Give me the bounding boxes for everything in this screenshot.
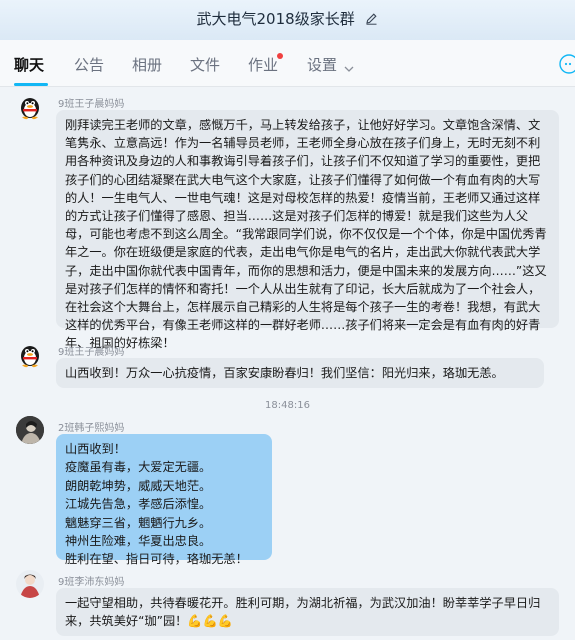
tab-album[interactable]: 相册 xyxy=(132,54,162,75)
title-bar: 武大电气2018级家长群 xyxy=(0,0,575,40)
tab-files[interactable]: 文件 xyxy=(190,54,220,75)
more-icon[interactable] xyxy=(557,54,575,78)
sender-name[interactable]: 9班李沛东妈妈 xyxy=(58,573,124,588)
sender-name[interactable]: 9班王子晨妈妈 xyxy=(58,95,124,110)
poem-line: 江城先告急，孝感后添惶。 xyxy=(65,497,212,512)
notification-dot xyxy=(277,53,283,59)
tab-bar: 聊天 公告 相册 文件 作业 设置 xyxy=(0,40,575,87)
message-bubble: 山西收到！ 疫魔虽有毒，大爱定无疆。 朗朗乾坤势，威威天地茫。 江城先告急，孝感… xyxy=(56,434,272,566)
tab-chat[interactable]: 聊天 xyxy=(14,54,44,75)
window-title: 武大电气2018级家长群 xyxy=(196,10,355,28)
poem-line: 疫魔虽有毒，大爱定无疆。 xyxy=(65,460,212,475)
poem-line: 胜利在望、指日可待，珞珈无恙！ xyxy=(65,552,248,567)
poem-line: 魑魅穿三省，魍魉行九乡。 xyxy=(65,515,212,530)
message-bubble: 山西收到！万众一心抗疫情，百家安康盼春归！我们坚信：阳光归来，珞珈无恙。 xyxy=(56,358,544,388)
user-avatar[interactable] xyxy=(16,570,44,598)
tab-homework[interactable]: 作业 xyxy=(248,54,278,75)
poem-line: 朗朗乾坤势，威威天地茫。 xyxy=(65,478,212,493)
edit-icon[interactable] xyxy=(365,1,378,39)
chat-area[interactable]: 9班王子晨妈妈 刚拜读完王老师的文章，感慨万千，马上转发给孩子，让他好好学习。文… xyxy=(0,86,575,640)
user-avatar[interactable] xyxy=(16,416,44,444)
qq-penguin-avatar[interactable] xyxy=(16,340,44,368)
message-timestamp: 18:48:16 xyxy=(265,400,310,411)
tab-announcements[interactable]: 公告 xyxy=(74,54,104,75)
message-bubble: 刚拜读完王老师的文章，感慨万千，马上转发给孩子，让他好好学习。文章饱含深情、文笔… xyxy=(56,110,559,350)
poem-line: 山西收到！ xyxy=(65,442,126,456)
poem-line: 神州生险难，华夏出忠良。 xyxy=(65,534,212,549)
tab-settings[interactable]: 设置 xyxy=(307,54,337,75)
qq-penguin-avatar[interactable] xyxy=(16,92,44,120)
sender-name[interactable]: 2班韩子熙妈妈 xyxy=(58,419,124,434)
message-bubble: 一起守望相助，共待春暖花开。胜利可期，为湖北祈福，为武汉加油！盼莘莘学子早日归来… xyxy=(56,588,559,636)
chevron-down-icon[interactable] xyxy=(344,58,354,77)
sender-name[interactable]: 9班王子晨妈妈 xyxy=(58,343,124,358)
